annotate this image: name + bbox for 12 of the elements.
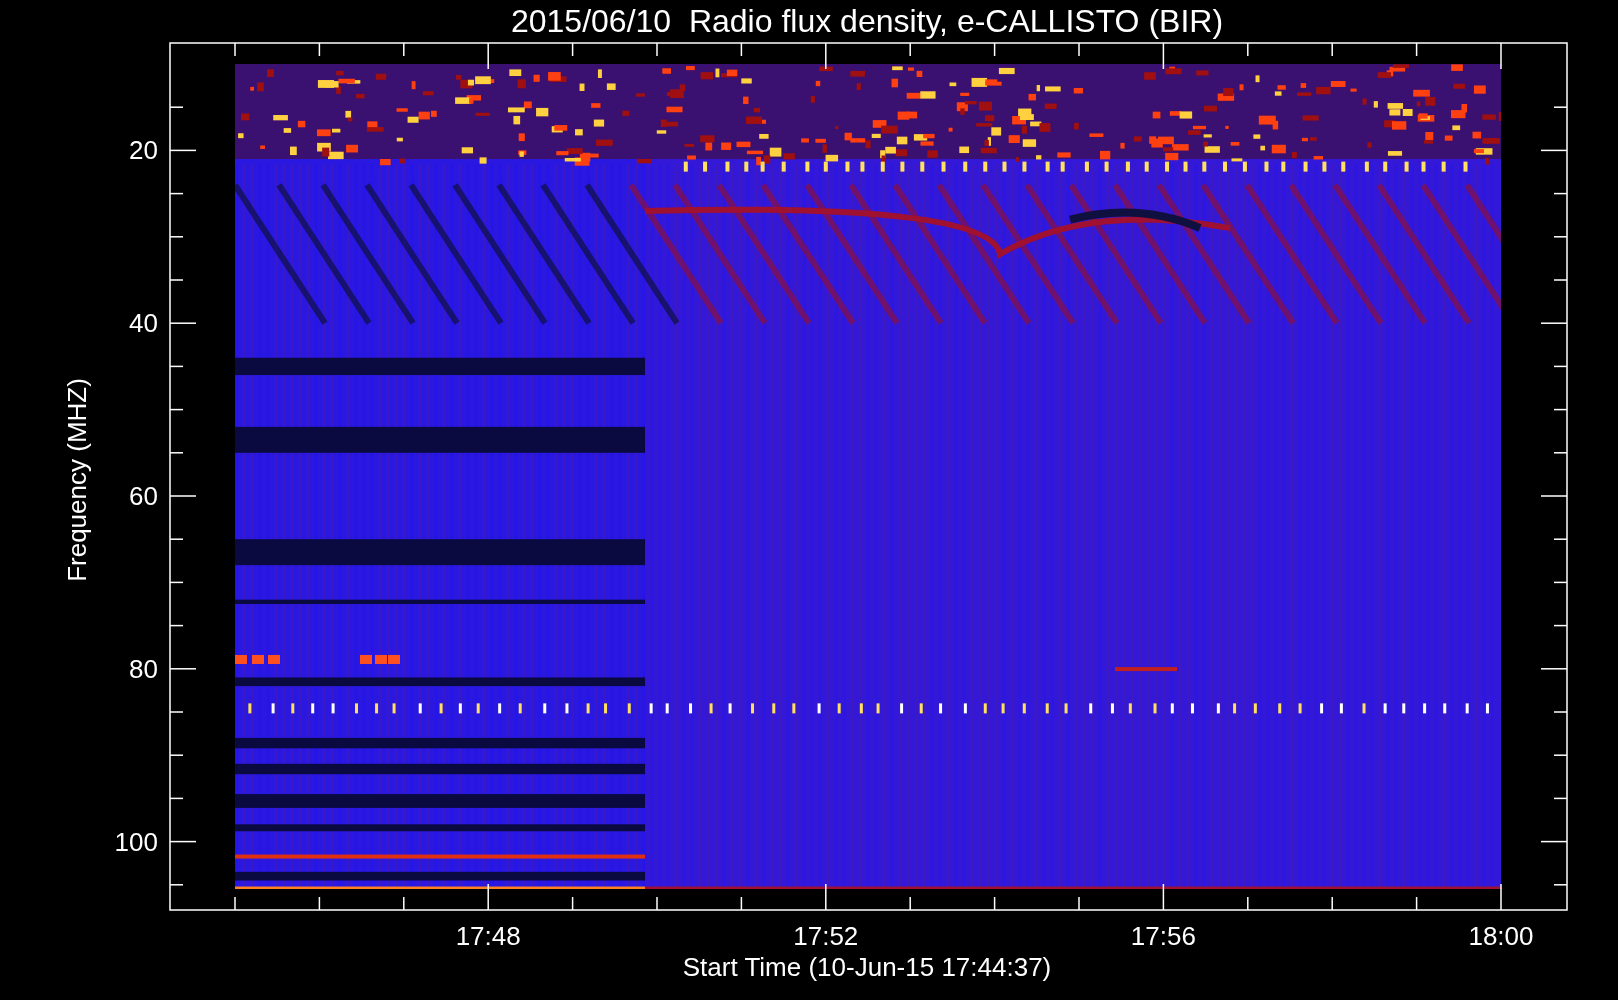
y-tick-label: 40: [129, 308, 158, 339]
y-tick-label: 20: [129, 135, 158, 166]
y-axis-label: Frequency (MHZ): [62, 378, 92, 582]
y-tick-label: 60: [129, 481, 158, 511]
y-tick-label: 80: [129, 653, 158, 684]
x-tick-label: 17:56: [1130, 921, 1196, 951]
chart-title: 2015/06/10 Radio flux density, e-CALLISTO (BIR): [510, 3, 1224, 39]
y-tick-label: 100: [114, 826, 158, 857]
x-axis-label: Start Time (10-Jun-15 17:44:37): [682, 952, 1052, 982]
x-tick-label: 17:48: [455, 921, 521, 951]
x-tick-label: 18:00: [1468, 921, 1534, 951]
x-tick-label: 17:52: [793, 921, 859, 951]
